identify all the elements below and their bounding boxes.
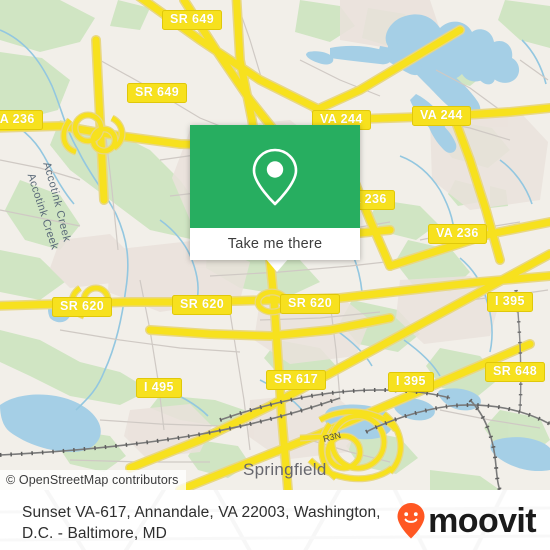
shield-i-495[interactable]: I 495 [136,378,182,398]
place-label-springfield: Springfield [243,460,327,479]
shield-sr-649-mid[interactable]: SR 649 [127,83,188,103]
popup-marker-area [190,125,360,228]
moovit-smiley-pin-icon [397,503,425,539]
shield-va-244-right[interactable]: VA 244 [412,106,471,126]
map-pin-icon [252,148,298,205]
popup-action-bar[interactable]: Take me there [190,228,360,260]
shield-sr-617[interactable]: SR 617 [266,370,327,390]
popup-tail [265,258,289,272]
location-address: Sunset VA-617, Annandale, VA 22003, Wash… [22,504,381,542]
moovit-logo[interactable]: moovit [396,502,537,540]
map-screenshot: Accotink Creek SR 649 SR 649 VA 236 VA 2… [0,0,550,550]
map-canvas[interactable]: Accotink Creek SR 649 SR 649 VA 236 VA 2… [0,0,550,490]
shield-sr-620-mid[interactable]: SR 620 [172,295,233,315]
shield-i-395-right[interactable]: I 395 [487,292,533,312]
shield-sr-620-right[interactable]: SR 620 [280,294,341,314]
shield-sr-648[interactable]: SR 648 [485,362,546,382]
footer-bar: Sunset VA-617, Annandale, VA 22003, Wash… [0,490,550,550]
take-me-there-label[interactable]: Take me there [228,236,322,252]
shield-sr-620-left[interactable]: SR 620 [52,297,113,317]
shield-sr-649-top[interactable]: SR 649 [162,10,223,30]
shield-va-236-left[interactable]: VA 236 [0,110,43,130]
shield-va-236-right[interactable]: VA 236 [428,224,487,244]
shield-i-395-mid[interactable]: I 395 [388,372,434,392]
moovit-wordmark: moovit [428,502,536,540]
osm-attribution[interactable]: © OpenStreetMap contributors [0,470,186,490]
location-popup[interactable]: Take me there [190,125,360,260]
